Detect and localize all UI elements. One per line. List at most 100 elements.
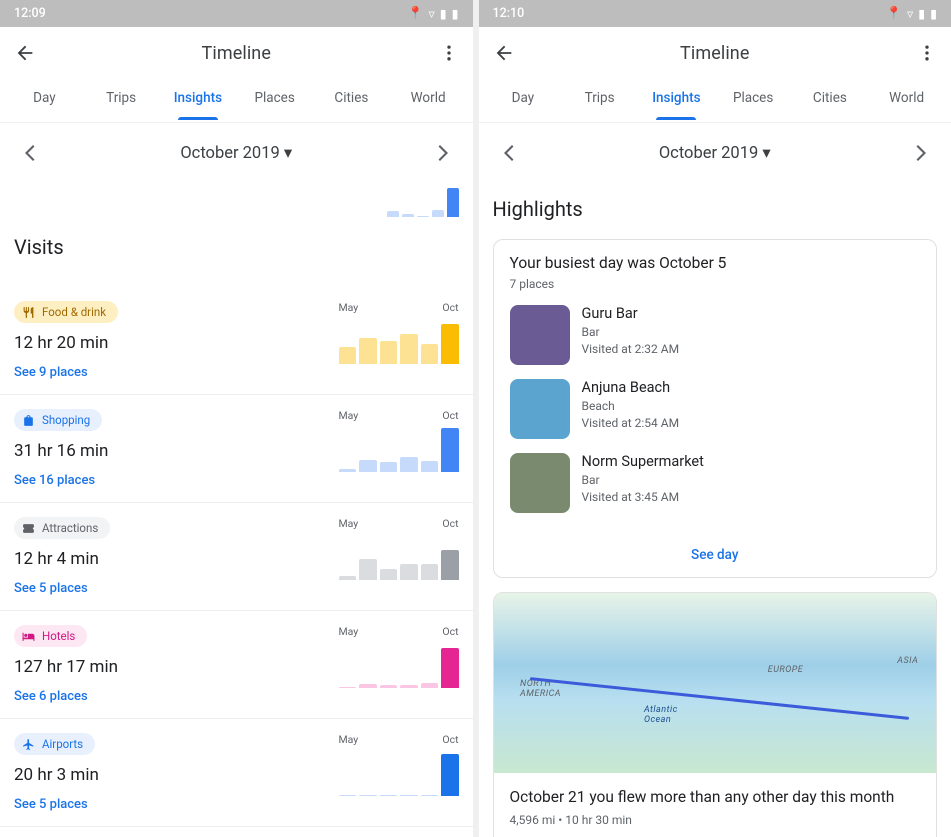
- back-button[interactable]: [14, 42, 46, 64]
- overflow-menu-button[interactable]: [905, 43, 937, 63]
- status-time: 12:09: [14, 6, 408, 21]
- place-type: Beach: [582, 399, 680, 413]
- place-thumb: [510, 379, 570, 439]
- see-places-link[interactable]: See 16 places: [14, 473, 339, 488]
- signal-icon: ▮: [918, 6, 925, 22]
- tab-cities[interactable]: Cities: [792, 82, 869, 120]
- phone-left: 12:09 📍 ▿ ▮ ▮ Timeline DayTripsInsightsP…: [0, 0, 473, 837]
- place-row-0[interactable]: Guru Bar Bar Visited at 2:32 AM: [510, 305, 921, 365]
- page-title: Timeline: [525, 43, 906, 64]
- range-end: Oct: [442, 733, 458, 746]
- place-visited: Visited at 3:45 AM: [582, 490, 704, 504]
- see-places-link[interactable]: See 9 places: [14, 365, 339, 380]
- battery-icon: ▮: [452, 6, 459, 22]
- location-icon: 📍: [886, 6, 902, 21]
- tab-day[interactable]: Day: [6, 82, 83, 120]
- tab-places[interactable]: Places: [715, 82, 792, 120]
- visit-card-1: Shopping 31 hr 16 min See 16 places MayO…: [0, 395, 473, 503]
- visit-duration: 31 hr 16 min: [14, 441, 339, 461]
- place-visited: Visited at 2:54 AM: [582, 416, 680, 430]
- tab-places[interactable]: Places: [236, 82, 313, 120]
- phone-right: 12:10 📍 ▿ ▮ ▮ Timeline DayTripsInsightsP…: [479, 0, 951, 837]
- flight-line: [530, 678, 909, 721]
- place-row-1[interactable]: Anjuna Beach Beach Visited at 2:54 AM: [510, 379, 921, 439]
- visit-chart: [339, 536, 459, 580]
- see-places-link[interactable]: See 5 places: [14, 797, 339, 812]
- ticket-icon: [22, 521, 36, 535]
- flight-map[interactable]: NORTHAMERICA EUROPE ASIA AtlanticOcean: [494, 593, 937, 773]
- range-start: May: [339, 409, 359, 422]
- highlights-title: Highlights: [493, 197, 938, 221]
- place-row-2[interactable]: Norm Supermarket Bar Visited at 3:45 AM: [510, 453, 921, 513]
- chip-label: Attractions: [42, 521, 98, 535]
- back-button[interactable]: [493, 42, 525, 64]
- place-thumb: [510, 453, 570, 513]
- visit-duration: 20 hr 3 min: [14, 765, 339, 785]
- range-start: May: [339, 301, 359, 314]
- visit-chart: [339, 644, 459, 688]
- tab-trips[interactable]: Trips: [83, 82, 160, 120]
- status-icons: 📍 ▿ ▮ ▮: [408, 6, 459, 22]
- scroll-right[interactable]: Highlights Your busiest day was October …: [479, 183, 951, 837]
- busiest-day-card: Your busiest day was October 5 7 places …: [493, 239, 938, 578]
- tab-trips[interactable]: Trips: [561, 82, 638, 120]
- tab-insights[interactable]: Insights: [160, 82, 237, 120]
- tab-day[interactable]: Day: [485, 82, 562, 120]
- tab-cities[interactable]: Cities: [313, 82, 390, 120]
- wifi-icon: ▿: [428, 6, 434, 22]
- visit-chart: [339, 752, 459, 796]
- category-chip[interactable]: Attractions: [14, 517, 110, 539]
- visit-duration: 12 hr 20 min: [14, 333, 339, 353]
- tab-insights[interactable]: Insights: [638, 82, 715, 120]
- category-chip[interactable]: Shopping: [14, 409, 102, 431]
- range-end: Oct: [442, 517, 458, 530]
- status-icons: 📍 ▿ ▮ ▮: [886, 6, 937, 22]
- signal-icon: ▮: [440, 6, 447, 22]
- see-day-link[interactable]: See day: [494, 541, 937, 577]
- range-end: Oct: [442, 625, 458, 638]
- place-name: Norm Supermarket: [582, 453, 704, 470]
- see-places-link[interactable]: See 5 places: [14, 581, 339, 596]
- current-month-selector[interactable]: October 2019 ▾: [525, 143, 906, 163]
- app-bar: Timeline: [0, 27, 473, 79]
- tab-world[interactable]: World: [390, 82, 467, 120]
- range-start: May: [339, 733, 359, 746]
- chevron-down-icon: ▾: [762, 144, 770, 163]
- tabs-left: DayTripsInsightsPlacesCitiesWorld: [0, 79, 473, 123]
- prev-month-button[interactable]: [14, 145, 46, 161]
- chip-label: Food & drink: [42, 305, 106, 319]
- month-nav: October 2019 ▾: [0, 123, 473, 183]
- next-month-button[interactable]: [427, 145, 459, 161]
- plane-icon: [22, 737, 36, 751]
- busiest-day-title: Your busiest day was October 5: [510, 254, 921, 272]
- map-label-asia: ASIA: [897, 656, 918, 666]
- map-label-eu: EUROPE: [768, 665, 803, 675]
- scroll-left[interactable]: Visits Food & drink 12 hr 20 min See 9 p…: [0, 221, 473, 837]
- visit-duration: 127 hr 17 min: [14, 657, 339, 677]
- place-type: Bar: [582, 325, 680, 339]
- range-start: May: [339, 517, 359, 530]
- partial-chart: [0, 183, 473, 221]
- category-chip[interactable]: Airports: [14, 733, 95, 755]
- shopping-bag-icon: [22, 413, 36, 427]
- restaurant-icon: [22, 305, 36, 319]
- range-end: Oct: [442, 301, 458, 314]
- next-month-button[interactable]: [905, 145, 937, 161]
- visit-chart: [339, 428, 459, 472]
- current-month-selector[interactable]: October 2019 ▾: [46, 143, 427, 163]
- visit-card-2: Attractions 12 hr 4 min See 5 places May…: [0, 503, 473, 611]
- place-type: Bar: [582, 473, 704, 487]
- place-name: Guru Bar: [582, 305, 680, 322]
- category-chip[interactable]: Food & drink: [14, 301, 118, 323]
- see-places-link[interactable]: See 6 places: [14, 689, 339, 704]
- tab-world[interactable]: World: [868, 82, 945, 120]
- flight-title: October 21 you flew more than any other …: [510, 787, 921, 808]
- overflow-menu-button[interactable]: [427, 43, 459, 63]
- prev-month-button[interactable]: [493, 145, 525, 161]
- place-visited: Visited at 2:32 AM: [582, 342, 680, 356]
- category-chip[interactable]: Hotels: [14, 625, 87, 647]
- visit-card-4: Airports 20 hr 3 min See 5 places May Oct: [0, 719, 473, 827]
- visit-chart: [339, 320, 459, 364]
- battery-icon: ▮: [930, 6, 937, 22]
- status-bar: 12:09 📍 ▿ ▮ ▮: [0, 0, 473, 27]
